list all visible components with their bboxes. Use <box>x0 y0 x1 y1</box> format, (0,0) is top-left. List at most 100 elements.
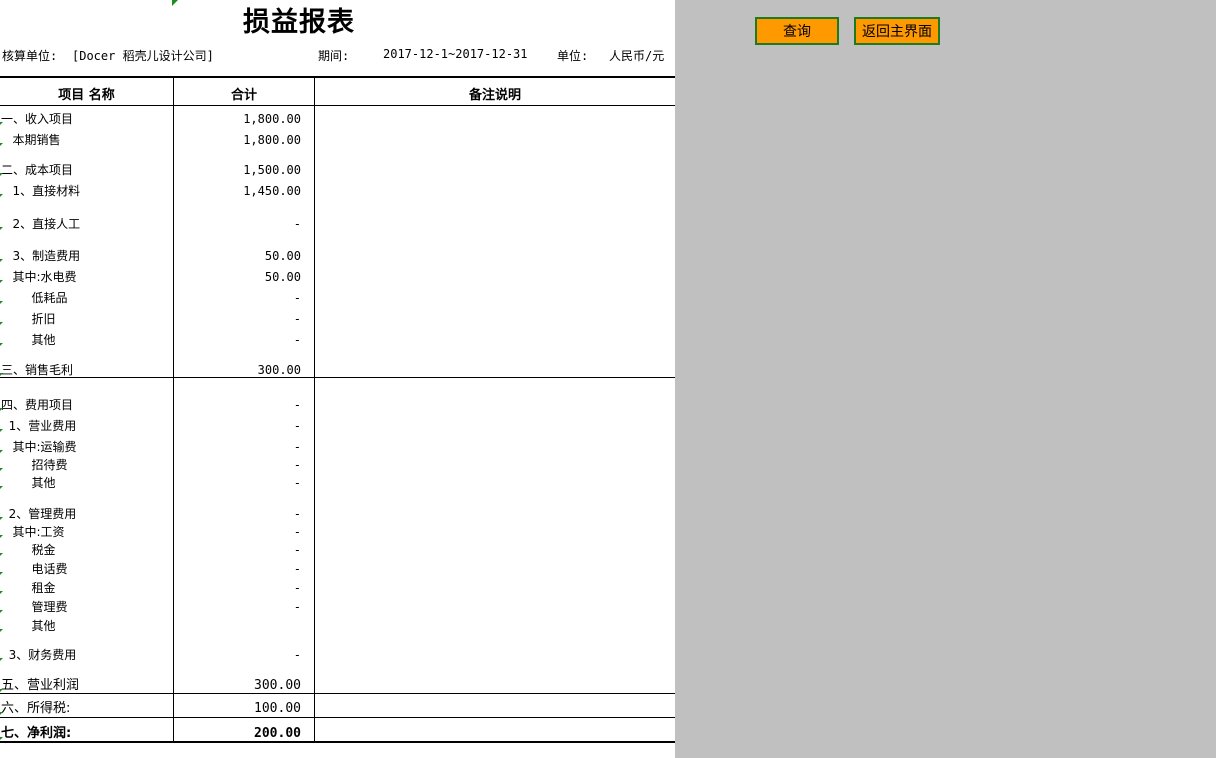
cell-marker <box>0 572 3 575</box>
cell-marker <box>0 658 3 661</box>
row-value: - <box>293 525 301 539</box>
row-value: 300.00 <box>254 678 301 693</box>
page-title: 损益报表 <box>243 7 355 38</box>
row-value: 50.00 <box>264 249 301 263</box>
row-label: 其他 <box>1 619 56 633</box>
row-value: - <box>293 312 301 326</box>
row-value: - <box>293 419 301 433</box>
row-label: 本期销售 <box>1 133 61 147</box>
cell-marker <box>0 143 3 146</box>
cell-marker <box>0 122 3 125</box>
column-header-name: 项目 名称 <box>58 88 115 103</box>
row-value: 200.00 <box>254 726 301 741</box>
cell-marker <box>0 259 3 262</box>
cell-marker <box>0 194 3 197</box>
row-label: 3、制造费用 <box>1 249 81 263</box>
row-value: - <box>293 476 301 490</box>
column-divider-2 <box>314 78 315 742</box>
row-label: 其他 <box>1 476 56 490</box>
row-label: 一、收入项目 <box>1 112 74 126</box>
row-label: 税金 <box>1 543 56 557</box>
cell-marker <box>0 468 3 471</box>
cell-marker <box>0 429 3 432</box>
row-label: 其中:工资 <box>1 525 65 539</box>
row-label: 招待费 <box>1 458 68 472</box>
cell-marker <box>0 450 3 453</box>
row-label: 2、直接人工 <box>1 217 81 231</box>
row-value: - <box>293 562 301 576</box>
row-value: - <box>293 291 301 305</box>
row-value: - <box>293 507 301 521</box>
cell-marker <box>0 629 3 632</box>
cell-marker <box>0 486 3 489</box>
row-value: - <box>293 398 301 412</box>
cell-marker <box>0 280 3 283</box>
row-value: - <box>293 217 301 231</box>
cell-marker <box>0 343 3 346</box>
column-header-note: 备注说明 <box>468 88 521 103</box>
row-value: - <box>293 543 301 557</box>
row-label: 管理费 <box>1 600 68 614</box>
control-panel: 查询 返回主界面 <box>675 0 1216 758</box>
column-divider-1 <box>173 78 174 742</box>
table-bottom-border <box>0 741 675 743</box>
report-sheet: 损益报表 核算单位: [Docer 稻壳儿设计公司] 期间: 2017-12-1… <box>0 0 675 758</box>
row-value: 100.00 <box>254 701 301 716</box>
row-value: 1,500.00 <box>243 163 301 177</box>
table-top-border <box>0 76 675 78</box>
cell-marker <box>0 689 3 692</box>
row-label: 四、费用项目 <box>1 398 74 412</box>
row-divider-profit <box>0 693 675 694</box>
period-label: 期间: <box>318 49 350 63</box>
row-label: 2、管理费用 <box>1 507 77 521</box>
row-value: - <box>293 440 301 454</box>
entity-label: 核算单位: <box>2 49 58 63</box>
cell-marker <box>0 737 3 740</box>
query-button[interactable]: 查询 <box>755 17 839 45</box>
section-divider <box>0 377 675 378</box>
row-divider-tax <box>0 717 675 718</box>
column-header-total: 合计 <box>230 88 257 103</box>
cell-marker <box>0 591 3 594</box>
period-value: 2017-12-1~2017-12-31 <box>383 47 528 61</box>
row-label: 电话费 <box>1 562 68 576</box>
cell-marker <box>0 517 3 520</box>
row-value: - <box>293 648 301 662</box>
row-value: 1,800.00 <box>243 133 301 147</box>
unit-label: 单位: <box>557 49 589 63</box>
row-value: 50.00 <box>264 270 301 284</box>
header-bottom-border <box>0 105 675 106</box>
cell-marker <box>0 535 3 538</box>
row-value: - <box>293 333 301 347</box>
row-label: 其中:运输费 <box>1 440 77 454</box>
row-label: 其他 <box>1 333 56 347</box>
cell-marker <box>0 373 3 376</box>
cell-marker <box>0 553 3 556</box>
unit-value: 人民币/元 <box>609 49 665 63</box>
cell-marker <box>0 301 3 304</box>
row-label: 六、所得税: <box>1 701 71 716</box>
row-label: 三、销售毛利 <box>1 363 74 377</box>
return-main-button[interactable]: 返回主界面 <box>854 17 940 45</box>
row-label: 其中:水电费 <box>1 270 77 284</box>
cell-marker <box>0 610 3 613</box>
row-value: 300.00 <box>257 363 301 377</box>
row-value: 1,800.00 <box>243 112 301 126</box>
row-value: - <box>293 600 301 614</box>
entity-value: [Docer 稻壳儿设计公司] <box>72 49 214 63</box>
row-value: 1,450.00 <box>243 184 301 198</box>
row-label: 低耗品 <box>1 291 68 305</box>
cell-marker <box>0 173 3 176</box>
row-label: 折旧 <box>1 312 56 326</box>
row-label: 3、财务费用 <box>1 648 77 662</box>
cell-marker <box>0 408 3 411</box>
row-label: 五、营业利润 <box>1 678 80 693</box>
row-value: - <box>293 581 301 595</box>
cell-marker <box>0 712 3 715</box>
row-label: 租金 <box>1 581 56 595</box>
cell-marker <box>0 322 3 325</box>
row-label: 七、净利润: <box>1 726 72 741</box>
row-value: - <box>293 458 301 472</box>
row-label: 二、成本项目 <box>1 163 74 177</box>
cell-marker <box>0 227 3 230</box>
